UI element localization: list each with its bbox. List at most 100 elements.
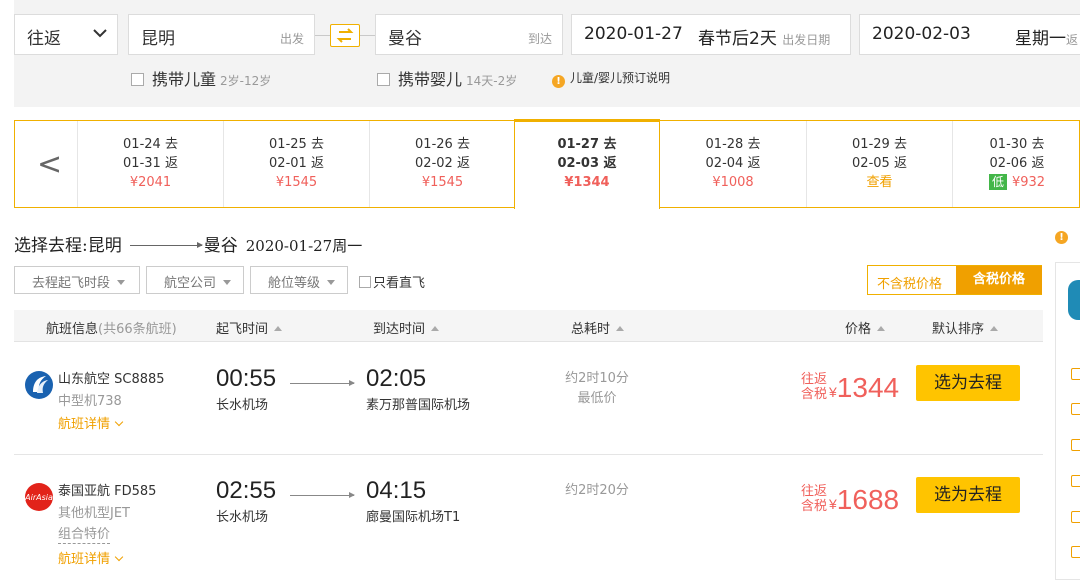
swap-line-left	[315, 35, 330, 36]
date-option-selected[interactable]: 01-27 去 02-03 返 ¥1344	[514, 119, 660, 209]
flight-detail-link[interactable]: 航班详情	[58, 413, 124, 432]
arrive-time: 04:15	[366, 477, 427, 504]
sort-up-icon	[274, 326, 283, 331]
chevron-left-icon: <	[37, 147, 63, 182]
flight-duration: 约2时10分 最低价	[565, 371, 629, 406]
caret-down-icon	[327, 280, 336, 285]
depart-date-value: 2020-01-27	[584, 24, 683, 44]
price-label: 往返 含税	[801, 372, 828, 402]
depart-airport: 长水机场	[216, 398, 269, 413]
shandong-airlines-logo-icon	[25, 371, 53, 399]
depart-date-field[interactable]: 2020-01-27 春节后2天 出发日期	[571, 14, 851, 55]
sort-default[interactable]: 默认排序	[932, 318, 999, 337]
tax-price-toggle[interactable]: 不含税价格 含税价格	[867, 265, 1042, 295]
low-price-badge: 低	[988, 174, 1007, 190]
filter-depart-time[interactable]: 去程起飞时段	[14, 266, 140, 294]
section-title: 选择去程:昆明 曼谷 2020-01-27周一	[14, 236, 363, 256]
child-checkbox[interactable]: 携带儿童 2岁-12岁	[131, 66, 271, 90]
flight-row: 山东航空 SC8885 中型机738 航班详情 00:55 长水机场 02:05…	[14, 343, 1043, 455]
sort-arrive-time[interactable]: 到达时间	[373, 318, 440, 337]
flight-duration: 约2时20分	[565, 483, 629, 498]
combo-deal-label[interactable]: 组合特价	[58, 527, 111, 544]
date-strip: < 01-24 去 01-31 返 ¥2041 01-25 去 02-01 返 ¥154…	[14, 119, 1080, 209]
col-flight-info: 航班信息(共66条航班)	[46, 322, 177, 337]
filter-airline[interactable]: 航空公司	[146, 266, 244, 294]
price-excl-tax-option[interactable]: 不含税价格	[877, 273, 942, 292]
flight-detail-link[interactable]: 航班详情	[58, 548, 124, 567]
trip-type-value: 往返	[27, 29, 61, 49]
date-option[interactable]: 01-25 去 02-01 返 ¥1545	[223, 121, 369, 207]
to-city-field[interactable]: 曼谷 到达	[375, 14, 563, 55]
arrive-time: 02:05	[366, 365, 427, 392]
aircraft-model: 其他机型JET	[58, 506, 130, 521]
arrow-right-icon	[129, 242, 203, 248]
check-icon	[1071, 546, 1080, 558]
checkbox-icon[interactable]	[377, 73, 390, 86]
info-icon: !	[552, 75, 565, 88]
trip-type-select[interactable]: 往返	[14, 14, 118, 55]
flight-price: ¥1688	[829, 484, 900, 515]
date-option[interactable]: 01-26 去 02-02 返 ¥1545	[369, 121, 515, 207]
checkbox-icon[interactable]	[131, 73, 144, 86]
return-date-value: 2020-02-03	[872, 24, 971, 44]
caret-down-icon	[117, 280, 126, 285]
sort-up-icon	[990, 326, 999, 331]
arrive-airport: 素万那普国际机场	[366, 398, 471, 413]
sort-up-icon	[616, 326, 625, 331]
airasia-logo-icon: AirAsia	[24, 483, 53, 511]
sort-up-icon	[877, 326, 886, 331]
sort-up-icon	[431, 326, 440, 331]
flight-table-header: 航班信息(共66条航班) 起飞时间 到达时间 总耗时 价格 默认排序	[14, 310, 1043, 342]
flight-arrow-icon	[290, 492, 355, 498]
svg-text:AirAsia: AirAsia	[24, 493, 53, 502]
aircraft-model: 中型机738	[58, 394, 122, 409]
return-date-note: 星期一返	[1015, 29, 1079, 49]
chevron-down-icon	[93, 29, 107, 38]
side-panel-logo-icon	[1068, 280, 1080, 320]
check-icon	[1071, 368, 1080, 380]
depart-time: 00:55	[216, 365, 277, 392]
select-outbound-button[interactable]: 选为去程	[916, 365, 1020, 401]
from-city-value: 昆明	[141, 29, 175, 49]
date-option[interactable]: 01-28 去 02-04 返 ¥1008	[660, 121, 806, 207]
flight-arrow-icon	[290, 380, 355, 386]
sort-price[interactable]: 价格	[845, 318, 886, 337]
to-city-value: 曼谷	[388, 29, 422, 49]
arrive-airport: 廊曼国际机场T1	[366, 510, 461, 525]
check-icon	[1071, 439, 1080, 451]
from-city-field[interactable]: 昆明 出发	[128, 14, 315, 55]
swap-cities-button[interactable]	[330, 24, 360, 47]
swap-icon	[336, 28, 354, 43]
price-label: 往返 含税	[801, 484, 828, 514]
check-icon	[1071, 403, 1080, 415]
depart-time: 02:55	[216, 477, 277, 504]
child-infant-info-link[interactable]: ! 儿童/婴儿预订说明	[552, 69, 670, 88]
price-incl-tax-option[interactable]: 含税价格	[956, 266, 1042, 294]
infant-checkbox[interactable]: 携带婴儿 14天-2岁	[377, 66, 517, 90]
chevron-down-icon	[114, 552, 124, 562]
swap-line-right	[360, 35, 375, 36]
airline-name: 山东航空 SC8885	[58, 372, 165, 387]
depart-date-note: 春节后2天 出发日期	[698, 29, 831, 49]
check-icon	[1071, 475, 1080, 487]
info-icon: !	[1055, 231, 1068, 244]
select-outbound-button[interactable]: 选为去程	[916, 477, 1020, 513]
airline-name: 泰国亚航 FD585	[58, 484, 157, 499]
caret-down-icon	[223, 280, 232, 285]
sort-depart-time[interactable]: 起飞时间	[216, 318, 283, 337]
chevron-down-icon	[114, 417, 124, 427]
flight-row: AirAsia 泰国亚航 FD585 其他机型JET 组合特价 航班详情 02:…	[14, 455, 1043, 585]
check-icon	[1071, 511, 1080, 523]
filter-cabin[interactable]: 舱位等级	[250, 266, 348, 294]
to-city-hint: 到达	[527, 32, 552, 46]
date-option[interactable]: 01-24 去 01-31 返 ¥2041	[77, 121, 223, 207]
checkbox-icon[interactable]	[359, 276, 371, 288]
date-option[interactable]: 01-29 去 02-05 返查看	[806, 121, 952, 207]
direct-only-checkbox[interactable]: 只看直飞	[359, 272, 425, 291]
prev-dates-button[interactable]: <	[15, 121, 77, 207]
return-date-field[interactable]: 2020-02-03 星期一返	[859, 14, 1080, 55]
flight-price: ¥1344	[829, 372, 900, 403]
sort-duration[interactable]: 总耗时	[571, 318, 625, 337]
from-city-hint: 出发	[279, 32, 304, 46]
date-option[interactable]: 01-30 去 02-06 返低 ¥932	[952, 121, 1080, 207]
